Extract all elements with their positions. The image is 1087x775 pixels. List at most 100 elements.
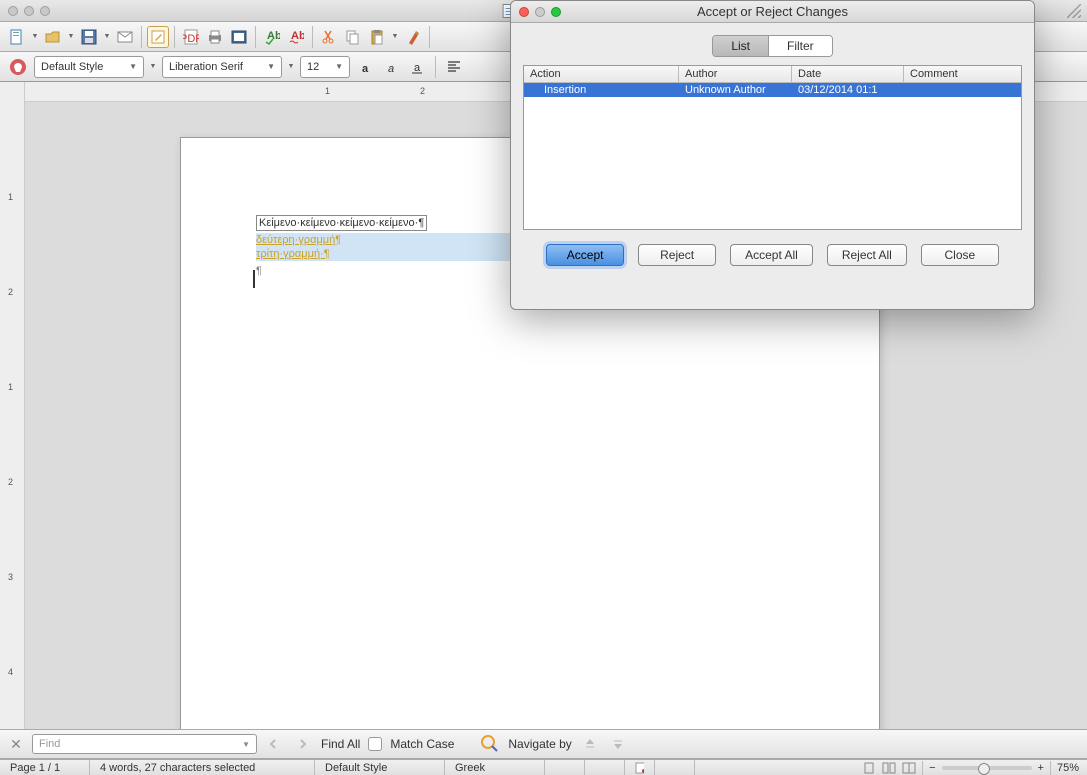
accept-button[interactable]: Accept (546, 244, 624, 266)
zoom-out-icon[interactable]: − (929, 762, 935, 774)
vruler-mark: 3 (8, 572, 13, 582)
open-dropdown[interactable]: ▼ (66, 33, 76, 40)
print-preview-icon[interactable] (228, 26, 250, 48)
open-icon[interactable] (42, 26, 64, 48)
spellcheck-icon[interactable]: Abc (261, 26, 283, 48)
save-dropdown[interactable]: ▼ (102, 33, 112, 40)
vruler-mark: 2 (8, 287, 13, 297)
paragraph-style-select[interactable]: Default Style▼ (34, 56, 144, 78)
svg-text:Abc: Abc (291, 30, 304, 42)
status-language[interactable]: Greek (445, 760, 545, 775)
paste-icon[interactable] (366, 26, 388, 48)
status-selection-mode[interactable] (585, 760, 625, 775)
close-findbar-icon[interactable]: ✕ (8, 736, 24, 752)
status-wordcount[interactable]: 4 words, 27 characters selected (90, 760, 315, 775)
auto-spellcheck-icon[interactable]: Abc (285, 26, 307, 48)
vruler-mark: 2 (8, 477, 13, 487)
paragraph-style-more[interactable]: ▼ (148, 63, 158, 70)
paste-dropdown[interactable]: ▼ (390, 33, 400, 40)
tab-filter[interactable]: Filter (768, 36, 832, 56)
tab-list[interactable]: List (713, 36, 768, 56)
find-input[interactable]: Find ▼ (32, 734, 257, 754)
vertical-ruler: 1 2 1 2 3 4 (0, 82, 25, 748)
svg-text:a: a (388, 63, 394, 75)
edit-mode-icon[interactable] (147, 26, 169, 48)
change-row-selected[interactable]: Insertion Unknown Author 03/12/2014 01:1 (524, 83, 1021, 97)
find-placeholder: Find (39, 738, 60, 750)
text-line-4[interactable]: ¶ (256, 265, 262, 277)
svg-text:PDF: PDF (183, 33, 199, 45)
status-page[interactable]: Page 1 / 1 (0, 760, 90, 775)
accept-all-button[interactable]: Accept All (730, 244, 813, 266)
svg-text:a: a (414, 62, 421, 74)
col-date[interactable]: Date (792, 66, 904, 82)
email-icon[interactable] (114, 26, 136, 48)
status-signature[interactable] (655, 760, 695, 775)
col-author[interactable]: Author (679, 66, 792, 82)
navigate-next-icon[interactable] (608, 734, 628, 754)
italic-icon[interactable]: a (380, 56, 402, 78)
svg-text:a: a (362, 63, 369, 75)
format-paintbrush-icon[interactable] (402, 26, 424, 48)
font-size-select[interactable]: 12▼ (300, 56, 350, 78)
status-bar: Page 1 / 1 4 words, 27 characters select… (0, 759, 1087, 775)
new-document-icon[interactable] (6, 26, 28, 48)
zoom-slider[interactable] (942, 766, 1032, 770)
match-case-label: Match Case (390, 737, 454, 751)
changes-list[interactable]: Action Author Date Comment Insertion Unk… (523, 65, 1022, 230)
copy-icon[interactable] (342, 26, 364, 48)
col-comment[interactable]: Comment (904, 66, 1021, 82)
find-all-button[interactable]: Find All (321, 737, 360, 751)
vruler-mark: 4 (8, 667, 13, 677)
dialog-buttons: Accept Reject Accept All Reject All Clos… (511, 244, 1034, 266)
view-single-page-icon[interactable] (862, 762, 876, 774)
pdf-export-icon[interactable]: PDF (180, 26, 202, 48)
zoom-window-icon[interactable] (40, 6, 50, 16)
match-case-checkbox[interactable] (368, 737, 382, 751)
underline-icon[interactable]: a (406, 56, 428, 78)
cut-icon[interactable] (318, 26, 340, 48)
navigator-icon[interactable] (480, 734, 500, 754)
paragraph-style-value: Default Style (41, 61, 103, 73)
vruler-mark: 1 (8, 382, 13, 392)
view-book-icon[interactable] (902, 762, 916, 774)
reject-button[interactable]: Reject (638, 244, 716, 266)
dialog-tabs: List Filter (511, 35, 1034, 57)
zoom-in-icon[interactable]: + (1038, 762, 1044, 774)
cell-comment (904, 83, 1021, 97)
text-line-1[interactable]: Κείμενο·κείμενο·κείμενο·κείμενο·¶ (256, 215, 427, 231)
new-document-dropdown[interactable]: ▼ (30, 33, 40, 40)
col-action[interactable]: Action (524, 66, 679, 82)
styles-wrench-icon[interactable] (6, 55, 30, 79)
accept-reject-dialog: Accept or Reject Changes List Filter Act… (510, 0, 1035, 310)
close-window-icon[interactable] (8, 6, 18, 16)
reject-all-button[interactable]: Reject All (827, 244, 907, 266)
dialog-minimize-icon (535, 7, 545, 17)
dialog-close-icon[interactable] (519, 7, 529, 17)
status-modified-icon[interactable] (625, 760, 655, 775)
dialog-zoom-icon[interactable] (551, 7, 561, 17)
minimize-window-icon[interactable] (24, 6, 34, 16)
font-name-more[interactable]: ▼ (286, 63, 296, 70)
cell-action: Insertion (524, 83, 679, 97)
find-next-icon[interactable] (293, 734, 313, 754)
bold-icon[interactable]: a (354, 56, 376, 78)
find-toolbar: ✕ Find ▼ Find All Match Case Navigate by (0, 729, 1087, 759)
font-name-select[interactable]: Liberation Serif▼ (162, 56, 282, 78)
save-icon[interactable] (78, 26, 100, 48)
zoom-value[interactable]: 75% (1057, 762, 1079, 774)
view-multi-page-icon[interactable] (882, 762, 896, 774)
status-style[interactable]: Default Style (315, 760, 445, 775)
hruler-mark: 1 (325, 86, 330, 96)
dialog-title: Accept or Reject Changes (697, 4, 848, 19)
font-name-value: Liberation Serif (169, 61, 243, 73)
navigate-prev-icon[interactable] (580, 734, 600, 754)
vruler-mark: 1 (8, 192, 13, 202)
status-insert-mode[interactable] (545, 760, 585, 775)
print-icon[interactable] (204, 26, 226, 48)
close-button[interactable]: Close (921, 244, 999, 266)
align-left-icon[interactable] (443, 56, 465, 78)
resize-icon (1067, 4, 1081, 18)
zoom-controls: − + 75% (854, 761, 1087, 775)
find-prev-icon[interactable] (265, 734, 285, 754)
